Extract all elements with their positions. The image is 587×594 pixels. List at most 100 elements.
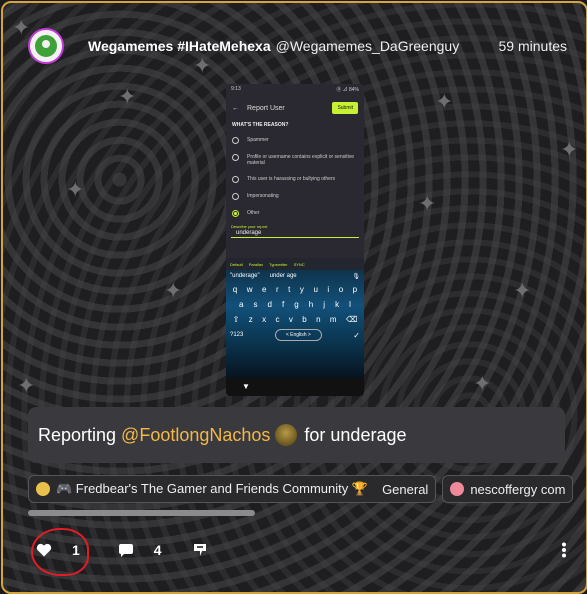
keyboard-row-1: qwertyuiop [226, 282, 364, 297]
check-icon: ✓ [353, 330, 360, 340]
keyboard-tabs: Default Parallax Typewriter SYNC [226, 258, 364, 270]
key: l [349, 300, 351, 309]
repost-icon [193, 544, 206, 556]
suggestion: under age [269, 273, 297, 279]
suggestion: "underage" [230, 273, 260, 279]
key: u [313, 285, 318, 294]
horizontal-scrollbar[interactable] [28, 510, 255, 516]
key: w [246, 285, 253, 294]
radio-icon [232, 154, 239, 161]
key: h [308, 300, 314, 309]
shift-icon: ⇧ [232, 315, 240, 324]
key: k [335, 300, 340, 309]
key: n [316, 315, 321, 324]
submit-button: Submit [332, 102, 358, 114]
sparkle-icon: ✦ [164, 278, 183, 303]
post-timestamp: 59 minutes [498, 38, 567, 54]
key: v [288, 315, 293, 324]
repost-button[interactable] [192, 542, 208, 558]
sparkle-icon: ✦ [435, 89, 454, 114]
key: f [282, 300, 285, 309]
attached-screenshot[interactable]: 9:13 Ⓡ ⊿ 84% ← Report User Submit WHAT'S… [226, 84, 364, 396]
key: y [299, 285, 304, 294]
key: s [253, 300, 258, 309]
sparkle-icon: ✦ [66, 177, 85, 202]
key: b [302, 315, 307, 324]
comment-count: 4 [153, 542, 162, 558]
keyboard-tab: Parallax [248, 261, 264, 267]
sparkle-icon: ✦ [473, 371, 492, 396]
phone-status-icons: Ⓡ ⊿ 84% [336, 87, 359, 93]
keyboard-tab: Default [230, 261, 243, 267]
post-text-before: Reporting [38, 424, 117, 445]
comment-icon [118, 543, 133, 557]
phone-keyboard: Default Parallax Typewriter SYNC "undera… [226, 258, 364, 378]
reason-option: Impersonating [226, 188, 364, 205]
sparkle-icon: ✦ [17, 373, 36, 398]
community-chip[interactable]: nescoffergy com [442, 475, 574, 503]
mask-emoji-icon [275, 424, 298, 446]
key: q [232, 285, 238, 294]
key: c [275, 315, 280, 324]
key: m [329, 315, 337, 324]
key: d [267, 300, 272, 309]
author-name[interactable]: Wegamemes #IHateMehexa [88, 38, 271, 54]
reason-option: Spammer [226, 132, 364, 149]
sparkle-icon: ✦ [560, 137, 579, 162]
community-chip[interactable]: 🎮 Fredbear's The Gamer and Friends Commu… [28, 475, 437, 503]
keyboard-row-3: ⇧ z x c v b n m ⌫ [226, 312, 364, 327]
channel-name: General [382, 481, 429, 497]
key: j [323, 300, 326, 309]
keyboard-row-2: asd fghjkl [226, 297, 364, 312]
keyboard-tab: SYNC [293, 261, 305, 267]
describe-label: Describe your report [231, 224, 268, 229]
reason-option: Profile or username contains explicit or… [226, 149, 364, 171]
key: i [327, 285, 330, 294]
radio-icon [232, 176, 239, 183]
symbols-key: ?123 [230, 332, 244, 338]
reason-option-label: Profile or username contains explicit or… [247, 154, 354, 166]
reason-option: This user is harassing or bullying other… [226, 171, 364, 188]
radio-icon [232, 137, 239, 144]
author-handle[interactable]: @Wegamemes_DaGreenguy [276, 38, 460, 54]
keyboard-bottom-row: ?123 < English > ✓ [226, 329, 364, 341]
sparkle-icon: ✦ [118, 84, 137, 109]
post-body: Reporting @FootlongNachos for underage [28, 407, 565, 463]
space-key: < English > [274, 329, 322, 341]
describe-field: underage [231, 229, 359, 238]
reason-option-label: Spammer [247, 137, 269, 143]
radio-icon [232, 193, 239, 200]
more-options-button[interactable] [561, 542, 567, 558]
key: g [294, 300, 299, 309]
post-header: Wegamemes #IHateMehexa @Wegamemes_DaGree… [28, 26, 567, 66]
key: r [275, 285, 279, 294]
phone-status-bar: 9:13 Ⓡ ⊿ 84% [226, 84, 364, 98]
key: p [352, 285, 358, 294]
community-avatar-icon [450, 482, 465, 496]
avatar[interactable] [28, 28, 64, 64]
sparkle-icon: ✦ [418, 191, 437, 216]
reason-option-selected: Other [226, 205, 364, 222]
reason-option-label: Other [247, 210, 260, 216]
reason-option-label: This user is harassing or bullying other… [247, 176, 336, 182]
community-avatar-icon [36, 482, 50, 496]
key: z [248, 315, 253, 324]
backspace-icon: ⌫ [345, 315, 358, 324]
nav-down-icon: ▼ [242, 382, 250, 391]
post-text-after: for underage [304, 424, 407, 445]
keyboard-tab: Typewriter [269, 261, 288, 267]
key: x [262, 315, 267, 324]
user-mention[interactable]: @FootlongNachos [121, 425, 270, 446]
kebab-menu-icon [562, 542, 566, 558]
key: o [338, 285, 344, 294]
reason-option-label: Impersonating [247, 193, 279, 199]
community-chips: 🎮 Fredbear's The Gamer and Friends Commu… [28, 475, 587, 505]
report-title: Report User [247, 104, 285, 112]
sparkle-icon: ✦ [513, 278, 532, 303]
mic-icon: 🎙 [352, 273, 360, 280]
community-name: 🎮 Fredbear's The Gamer and Friends Commu… [56, 481, 369, 496]
reason-question: WHAT'S THE REASON? [232, 122, 289, 128]
key: t [288, 285, 291, 294]
comment-button[interactable]: 4 [118, 542, 162, 558]
keyboard-suggestions: "underage" under age 🎙 [226, 270, 364, 282]
